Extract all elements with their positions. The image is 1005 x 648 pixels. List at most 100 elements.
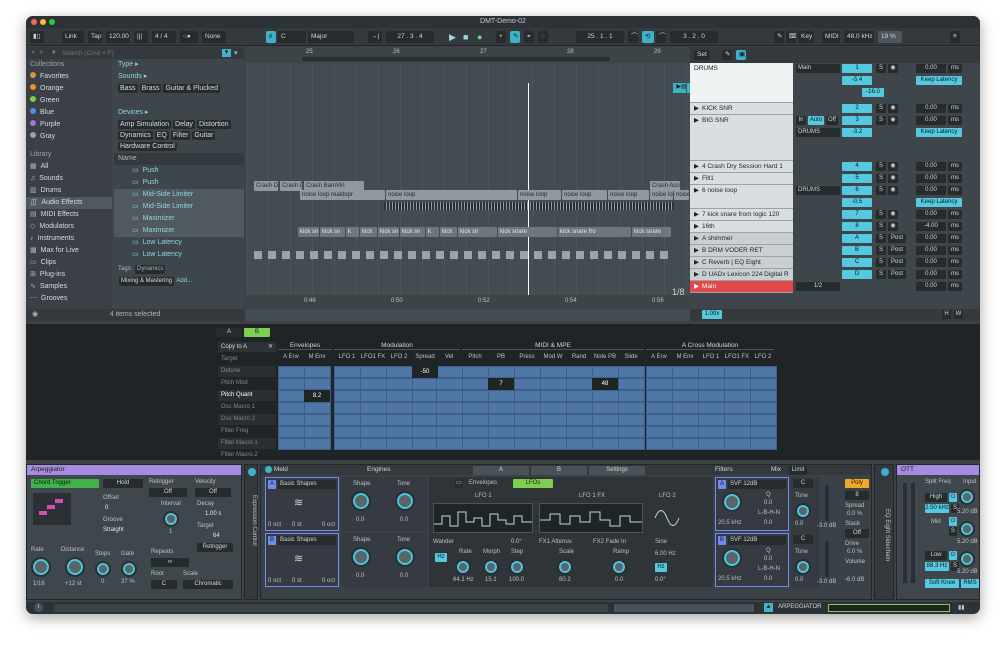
follow-icon[interactable]: →|: [368, 31, 382, 43]
browser-item[interactable]: ▭ Push: [114, 177, 244, 189]
solo-button[interactable]: S: [876, 116, 886, 125]
keep-latency-button[interactable]: Keep Latency: [916, 198, 962, 207]
return-track-header[interactable]: ▶ A shimmer: [690, 233, 793, 245]
matrix-cell[interactable]: [436, 426, 463, 438]
device-tag[interactable]: Delay: [173, 120, 195, 129]
solo-button[interactable]: S: [876, 64, 886, 73]
matrix-cell[interactable]: [462, 378, 489, 390]
return-track-header[interactable]: ▶ C Reverb | EQ Eight: [690, 257, 793, 269]
distance-knob[interactable]: [65, 557, 85, 577]
track-number[interactable]: 5: [842, 174, 872, 183]
track-delay[interactable]: 0.00: [916, 186, 946, 195]
w-button[interactable]: W: [954, 310, 963, 319]
matrix-cell[interactable]: [488, 402, 515, 414]
track-fold-icon[interactable]: ▶: [694, 283, 699, 290]
collection-item[interactable]: Green: [26, 95, 112, 107]
menu-icon[interactable]: ≡: [950, 31, 960, 43]
kick-clip[interactable]: kick: [440, 227, 457, 237]
post-button[interactable]: Post: [888, 270, 906, 279]
matrix-cell[interactable]: [540, 414, 567, 426]
matrix-cell[interactable]: [750, 438, 777, 450]
arrangement-position[interactable]: 27 . 3 . 4: [386, 31, 434, 43]
lfo2-phase[interactable]: 0.0°: [655, 577, 666, 583]
drive-value[interactable]: 0.0 %: [847, 549, 862, 555]
device-tag[interactable]: Distortion: [196, 120, 231, 129]
power-icon[interactable]: [881, 468, 889, 476]
low-band-button[interactable]: Low: [925, 551, 947, 560]
play-icon[interactable]: ▶: [446, 31, 456, 43]
matrix-cell[interactable]: [360, 378, 387, 390]
matrix-cell[interactable]: [540, 402, 567, 414]
kick-clip[interactable]: kick sn: [378, 227, 399, 237]
track-route[interactable]: Main: [796, 64, 840, 73]
mod-target[interactable]: Target: [218, 354, 276, 365]
spread-value[interactable]: 0.0 %: [847, 511, 862, 517]
return-letter[interactable]: B: [842, 246, 872, 255]
track-header[interactable]: ▶ Fill1: [690, 173, 793, 185]
track-fold-icon[interactable]: ▶: [694, 163, 699, 170]
return-track-header[interactable]: ▶ B DRM VODER RET: [690, 245, 793, 257]
main-route[interactable]: 1/2: [796, 282, 840, 291]
matrix-cell[interactable]: [618, 378, 645, 390]
tap-button[interactable]: Tap: [88, 31, 102, 43]
matrix-cell[interactable]: [334, 378, 361, 390]
clip-overview[interactable]: [614, 604, 754, 612]
browser-item[interactable]: ▭ Low Latency: [114, 237, 244, 249]
in-button[interactable]: In: [796, 116, 806, 125]
browser-item[interactable]: ▭ Maximizer: [114, 225, 244, 237]
matrix-cell[interactable]: [462, 402, 489, 414]
matrix-cell[interactable]: [724, 378, 751, 390]
track-number[interactable]: 8: [842, 222, 872, 231]
matrix-cell[interactable]: [412, 402, 439, 414]
loop-length-field[interactable]: 3 . 2 . 0: [670, 31, 718, 43]
track-number[interactable]: 4: [842, 162, 872, 171]
track-fold-icon[interactable]: ▶: [694, 211, 699, 218]
off-button[interactable]: Off: [826, 116, 838, 125]
library-item[interactable]: ▥ Drums: [26, 185, 112, 197]
matrix-cell[interactable]: [724, 414, 751, 426]
noise-clip[interactable]: noise loop: [650, 190, 673, 200]
matrix-cell[interactable]: [514, 390, 541, 402]
matrix-cell[interactable]: [750, 426, 777, 438]
track-fold-icon[interactable]: ▶: [694, 223, 699, 230]
filter-b-type[interactable]: SVF 12dB: [728, 536, 786, 545]
lfo-rate-knob[interactable]: [455, 559, 471, 575]
monitor-icon[interactable]: ◉: [888, 186, 898, 195]
retrigger-button[interactable]: Retrigger: [197, 543, 233, 552]
scale-knob[interactable]: [557, 559, 573, 575]
close-window-button[interactable]: [31, 19, 37, 25]
track-delay[interactable]: 0.00: [916, 282, 946, 291]
matrix-cell[interactable]: [278, 390, 305, 402]
mod-target[interactable]: Filter Freq: [218, 426, 276, 437]
matrix-cell[interactable]: [436, 366, 463, 378]
draw-mode-icon[interactable]: ✎: [510, 31, 520, 43]
matrix-cell[interactable]: [514, 414, 541, 426]
mid-s-button[interactable]: S: [949, 527, 957, 536]
matrix-cell[interactable]: [592, 414, 619, 426]
track-fold-icon[interactable]: ▶: [694, 117, 699, 124]
lfo2-wave-select[interactable]: Sine: [655, 539, 667, 545]
current-device-name[interactable]: ARPEGGIATOR: [778, 604, 821, 610]
16th-clips[interactable]: [254, 251, 674, 259]
loop-switch-icon[interactable]: ⟲: [642, 31, 654, 43]
track-header[interactable]: ▶ 16th: [690, 221, 793, 233]
monitor-icon[interactable]: ◉: [888, 104, 898, 113]
matrix-cell[interactable]: [750, 402, 777, 414]
matrix-cell[interactable]: [618, 390, 645, 402]
keep-latency-button[interactable]: Keep Latency: [916, 128, 962, 137]
chevron-down-icon[interactable]: ▾: [234, 49, 238, 57]
kick-clip[interactable]: kick snare fro: [558, 227, 631, 237]
device-title-meld[interactable]: Meld: [274, 466, 288, 473]
library-item[interactable]: ▦ All: [26, 161, 112, 173]
library-item[interactable]: ♪ Instruments: [26, 233, 112, 245]
matrix-cell[interactable]: [278, 438, 305, 450]
return-letter[interactable]: D: [842, 270, 872, 279]
osc-a-fine[interactable]: 0 oct: [322, 522, 335, 528]
time-signature-field[interactable]: 4 / 4: [152, 31, 176, 43]
lfo2-rate[interactable]: 6.00 Hz: [655, 551, 676, 557]
loop-icon[interactable]: ◌: [538, 31, 548, 43]
device-chain-overview[interactable]: [828, 604, 950, 612]
steps-knob[interactable]: [95, 561, 111, 577]
monitor-icon[interactable]: ◉: [888, 162, 898, 171]
monitor-icon[interactable]: ◉: [888, 116, 898, 125]
